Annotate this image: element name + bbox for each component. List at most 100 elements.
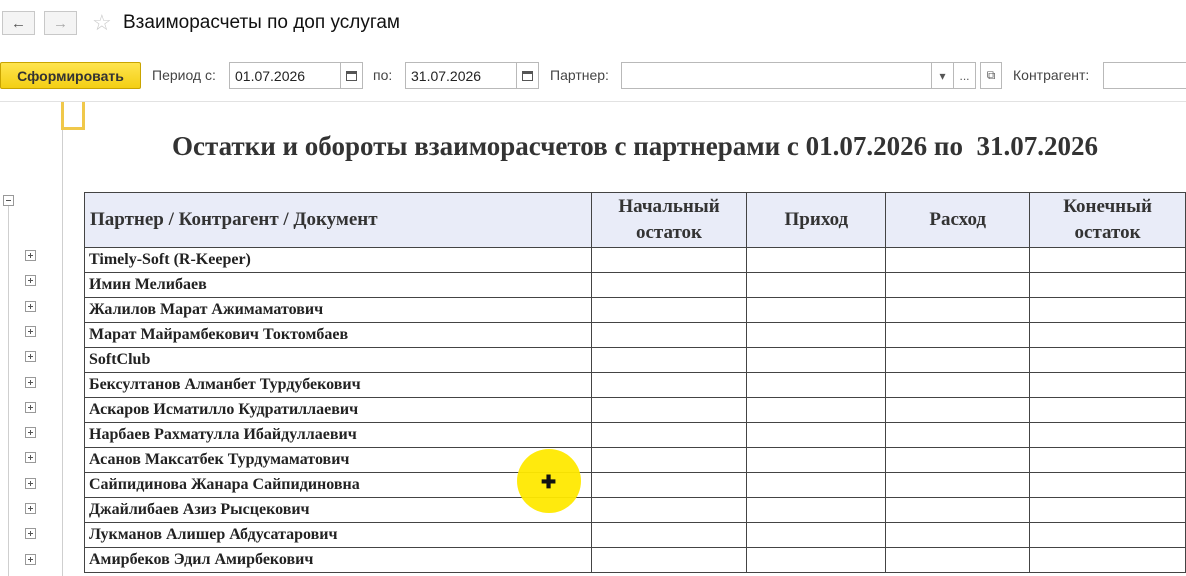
expand-row-icon[interactable] — [25, 351, 36, 363]
table-row[interactable]: Сайпидинова Жанара Сайпидиновна — [84, 472, 1186, 498]
expand-row-icon[interactable] — [25, 553, 36, 565]
row-name-cell[interactable]: Имин Мелибаев — [84, 272, 592, 298]
row-opening-cell[interactable] — [590, 247, 748, 273]
forward-button[interactable]: → — [44, 11, 77, 35]
row-name-cell[interactable]: Асанов Максатбек Турдумаматович — [84, 447, 592, 473]
row-name-cell[interactable]: Лукманов Алишер Абдусатарович — [84, 522, 592, 548]
row-income-cell[interactable] — [746, 472, 887, 498]
row-closing-cell[interactable] — [1029, 547, 1186, 573]
back-button[interactable]: ← — [2, 11, 35, 35]
period-from-field[interactable]: 01.07.2026 — [229, 62, 341, 89]
row-name-cell[interactable]: Нарбаев Рахматулла Ибайдуллаевич — [84, 422, 592, 448]
row-income-cell[interactable] — [746, 372, 887, 398]
expand-row-icon[interactable] — [25, 401, 36, 413]
row-closing-cell[interactable] — [1029, 397, 1186, 423]
table-row[interactable]: Лукманов Алишер Абдусатарович — [84, 522, 1186, 548]
partner-open-button[interactable]: ⧉ — [980, 62, 1002, 89]
row-closing-cell[interactable] — [1029, 422, 1186, 448]
row-opening-cell[interactable] — [590, 472, 748, 498]
row-closing-cell[interactable] — [1029, 347, 1186, 373]
row-expense-cell[interactable] — [885, 322, 1031, 348]
expand-row-icon[interactable] — [25, 275, 36, 287]
row-income-cell[interactable] — [746, 422, 887, 448]
row-expense-cell[interactable] — [885, 447, 1031, 473]
row-opening-cell[interactable] — [590, 297, 748, 323]
expand-row-icon[interactable] — [25, 452, 36, 464]
row-closing-cell[interactable] — [1029, 297, 1186, 323]
row-income-cell[interactable] — [746, 522, 887, 548]
row-opening-cell[interactable] — [590, 422, 748, 448]
table-row[interactable]: Нарбаев Рахматулла Ибайдуллаевич — [84, 422, 1186, 448]
period-to-field[interactable]: 31.07.2026 — [405, 62, 517, 89]
row-expense-cell[interactable] — [885, 272, 1031, 298]
row-closing-cell[interactable] — [1029, 322, 1186, 348]
row-income-cell[interactable] — [746, 272, 887, 298]
table-row[interactable]: Амирбеков Эдил Амирбекович — [84, 547, 1186, 573]
expand-row-icon[interactable] — [25, 300, 36, 312]
table-row[interactable]: Марат Майрамбекович Токтомбаев — [84, 322, 1186, 348]
collapse-all-icon[interactable] — [3, 195, 14, 206]
period-from-calendar-button[interactable] — [341, 62, 363, 89]
row-closing-cell[interactable] — [1029, 247, 1186, 273]
row-opening-cell[interactable] — [590, 522, 748, 548]
table-row[interactable]: Аскаров Исматилло Кудратиллаевич — [84, 397, 1186, 423]
row-opening-cell[interactable] — [590, 272, 748, 298]
table-row[interactable]: Бексултанов Алманбет Турдубекович — [84, 372, 1186, 398]
row-opening-cell[interactable] — [590, 397, 748, 423]
table-row[interactable]: Имин Мелибаев — [84, 272, 1186, 298]
row-expense-cell[interactable] — [885, 297, 1031, 323]
expand-row-icon[interactable] — [25, 528, 36, 540]
row-name-cell[interactable]: Марат Майрамбекович Токтомбаев — [84, 322, 592, 348]
table-row[interactable]: SoftClub — [84, 347, 1186, 373]
partner-field[interactable] — [621, 62, 932, 89]
period-to-calendar-button[interactable] — [517, 62, 539, 89]
row-expense-cell[interactable] — [885, 372, 1031, 398]
row-income-cell[interactable] — [746, 497, 887, 523]
expand-row-icon[interactable] — [25, 325, 36, 337]
row-name-cell[interactable]: Джайлибаев Азиз Рысцекович — [84, 497, 592, 523]
row-income-cell[interactable] — [746, 547, 887, 573]
row-closing-cell[interactable] — [1029, 272, 1186, 298]
row-closing-cell[interactable] — [1029, 497, 1186, 523]
row-name-cell[interactable]: Аскаров Исматилло Кудратиллаевич — [84, 397, 592, 423]
row-name-cell[interactable]: Сайпидинова Жанара Сайпидиновна — [84, 472, 592, 498]
row-name-cell[interactable]: Timely-Soft (R-Keeper) — [84, 247, 592, 273]
generate-button[interactable]: Сформировать — [0, 62, 141, 89]
row-opening-cell[interactable] — [590, 497, 748, 523]
row-name-cell[interactable]: Амирбеков Эдил Амирбекович — [84, 547, 592, 573]
table-row[interactable]: Timely-Soft (R-Keeper) — [84, 247, 1186, 273]
row-expense-cell[interactable] — [885, 522, 1031, 548]
row-name-cell[interactable]: SoftClub — [84, 347, 592, 373]
table-row[interactable]: Асанов Максатбек Турдумаматович — [84, 447, 1186, 473]
row-closing-cell[interactable] — [1029, 472, 1186, 498]
row-expense-cell[interactable] — [885, 497, 1031, 523]
row-expense-cell[interactable] — [885, 397, 1031, 423]
row-name-cell[interactable]: Жалилов Марат Ажимаматович — [84, 297, 592, 323]
expand-row-icon[interactable] — [25, 376, 36, 388]
row-expense-cell[interactable] — [885, 547, 1031, 573]
row-closing-cell[interactable] — [1029, 372, 1186, 398]
row-closing-cell[interactable] — [1029, 522, 1186, 548]
table-row[interactable]: Джайлибаев Азиз Рысцекович — [84, 497, 1186, 523]
table-row[interactable]: Жалилов Марат Ажимаматович — [84, 297, 1186, 323]
row-expense-cell[interactable] — [885, 472, 1031, 498]
partner-select-button[interactable]: ... — [954, 62, 976, 89]
row-income-cell[interactable] — [746, 447, 887, 473]
row-opening-cell[interactable] — [590, 347, 748, 373]
row-income-cell[interactable] — [746, 347, 887, 373]
row-closing-cell[interactable] — [1029, 447, 1186, 473]
row-income-cell[interactable] — [746, 397, 887, 423]
expand-row-icon[interactable] — [25, 427, 36, 439]
row-opening-cell[interactable] — [590, 547, 748, 573]
row-opening-cell[interactable] — [590, 447, 748, 473]
expand-row-icon[interactable] — [25, 503, 36, 514]
counterparty-field[interactable] — [1103, 62, 1186, 89]
row-opening-cell[interactable] — [590, 322, 748, 348]
row-income-cell[interactable] — [746, 297, 887, 323]
row-income-cell[interactable] — [746, 322, 887, 348]
row-expense-cell[interactable] — [885, 247, 1031, 273]
row-income-cell[interactable] — [746, 247, 887, 273]
partner-dropdown-button[interactable]: ▾ — [932, 62, 954, 89]
row-name-cell[interactable]: Бексултанов Алманбет Турдубекович — [84, 372, 592, 398]
expand-row-icon[interactable] — [25, 477, 36, 489]
